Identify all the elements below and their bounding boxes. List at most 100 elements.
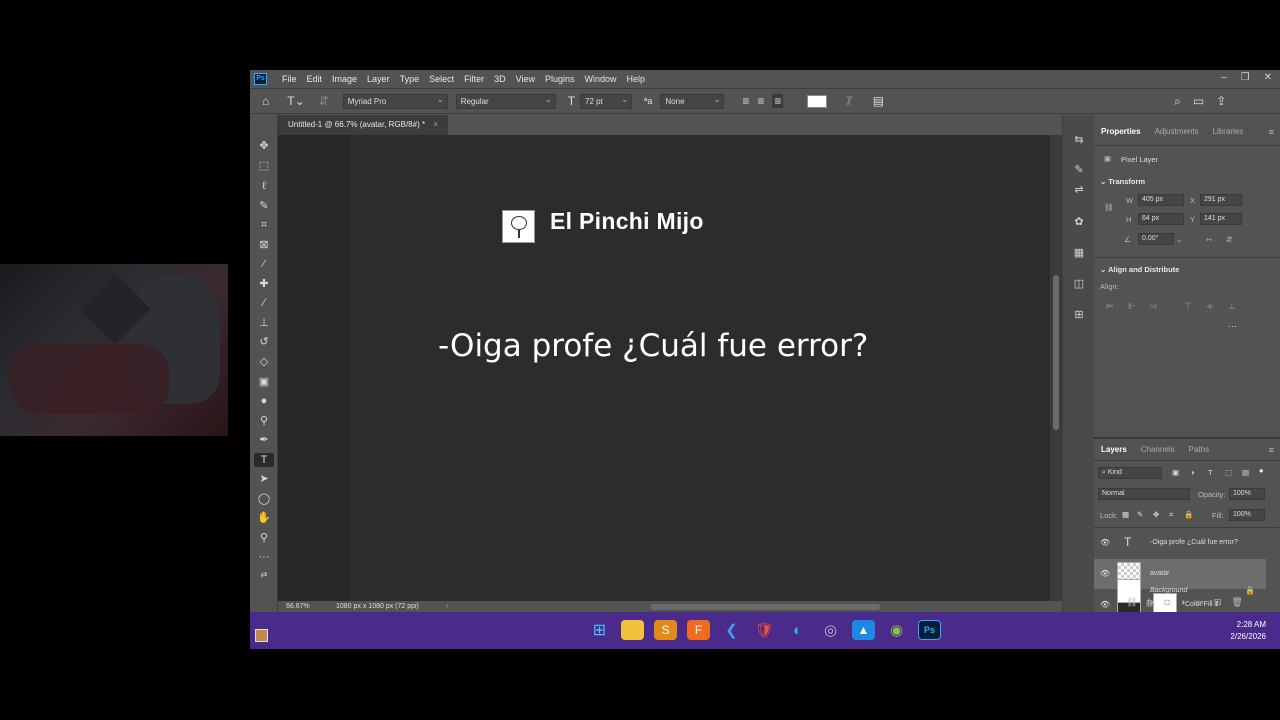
app-icon[interactable]: F <box>687 620 710 640</box>
new-adjustment-icon[interactable]: ◑ <box>1180 597 1185 608</box>
hand-tool-icon[interactable]: ✋ <box>257 511 271 525</box>
layer-row-text[interactable]: 👁 T -Oiga profe ¿Cuál fue error? <box>1094 528 1266 558</box>
y-position-field[interactable]: 141 px <box>1200 213 1242 225</box>
angle-dropdown-icon[interactable]: ⌄ <box>1176 235 1182 244</box>
search-icon[interactable]: ⌕ <box>1174 94 1181 109</box>
menu-image[interactable]: Image <box>327 74 362 84</box>
menu-layer[interactable]: Layer <box>362 74 395 84</box>
share-icon[interactable]: ⇪ <box>1216 94 1226 108</box>
brush-settings-icon[interactable]: ✎ <box>1072 163 1086 177</box>
menu-file[interactable]: File <box>277 74 302 84</box>
tab-libraries[interactable]: Libraries <box>1206 123 1251 141</box>
align-left-icon[interactable]: ≡ <box>742 94 749 108</box>
windows-start-icon[interactable]: ⊞ <box>588 620 611 640</box>
font-size-select[interactable]: 72 pt <box>580 93 633 109</box>
close-icon[interactable]: ✕ <box>1264 72 1272 83</box>
document-tab[interactable]: Untitled-1 @ 66.7% (avatar, RGB/8#) * × <box>278 115 448 135</box>
text-color-swatch[interactable] <box>807 94 828 108</box>
menu-window[interactable]: Window <box>580 74 622 84</box>
photoshop-taskbar-icon[interactable]: Ps <box>918 620 941 640</box>
history-brush-tool-icon[interactable]: ↺ <box>257 335 271 349</box>
photos-icon[interactable]: ▲ <box>852 620 875 640</box>
type-tool-icon[interactable]: T <box>254 453 274 467</box>
foreground-color-swatch[interactable] <box>255 629 268 642</box>
filter-toggle-icon[interactable]: ● <box>1259 466 1264 475</box>
frame-tool-icon[interactable]: ⊠ <box>257 238 271 252</box>
opacity-field[interactable]: 100% <box>1229 488 1265 500</box>
menu-filter[interactable]: Filter <box>459 74 489 84</box>
lock-position-icon[interactable]: ✥ <box>1153 510 1159 519</box>
anti-alias-select[interactable]: None <box>660 93 725 109</box>
layer-style-icon[interactable]: fx <box>1147 597 1154 608</box>
tab-properties[interactable]: Properties <box>1094 123 1148 141</box>
system-clock[interactable]: 2:28 AM 2/26/2026 <box>1230 619 1266 643</box>
healing-brush-tool-icon[interactable]: ✚ <box>257 277 271 291</box>
properties-menu-icon[interactable]: ≡ <box>1269 127 1274 137</box>
filter-smart-object-icon[interactable]: ▤ <box>1242 468 1249 477</box>
type-tool-preset-icon[interactable]: T⌄ <box>287 94 304 108</box>
visibility-eye-icon[interactable]: 👁 <box>1100 538 1110 547</box>
align-center-icon[interactable]: ≡ <box>757 94 764 108</box>
align-right-edges-icon[interactable]: ⫤ <box>1150 301 1157 312</box>
x-position-field[interactable]: 291 px <box>1200 194 1242 206</box>
horizontal-scrollbar[interactable] <box>650 604 880 610</box>
character-panel-icon[interactable]: ▤ <box>873 94 884 108</box>
swatches-panel-icon[interactable]: ▦ <box>1072 246 1086 260</box>
flip-vertical-icon[interactable]: ⇵ <box>1226 235 1232 244</box>
align-horizontal-centers-icon[interactable]: ⊩ <box>1128 301 1136 312</box>
menu-plugins[interactable]: Plugins <box>540 74 580 84</box>
swap-colors-icon[interactable]: ⇄ <box>257 568 271 582</box>
chrome-icon[interactable]: ◉ <box>885 620 908 640</box>
blur-tool-icon[interactable]: ● <box>257 394 271 408</box>
layers-menu-icon[interactable]: ≡ <box>1269 445 1274 455</box>
tab-layers[interactable]: Layers <box>1094 441 1134 459</box>
lock-transparent-icon[interactable]: ▦ <box>1122 510 1129 519</box>
align-bottom-edges-icon[interactable]: ⊥ <box>1228 301 1236 312</box>
layer-filter-kind-select[interactable]: ⌕ Kind <box>1098 467 1162 479</box>
styles-panel-icon[interactable]: ✿ <box>1072 215 1086 229</box>
font-family-select[interactable]: Myriad Pro <box>342 93 448 109</box>
ellipse-tool-icon[interactable]: ◯ <box>257 492 271 506</box>
tab-adjustments[interactable]: Adjustments <box>1148 123 1206 141</box>
new-group-icon[interactable]: ▭ <box>1195 597 1204 608</box>
new-layer-icon[interactable]: ⊞ <box>1214 597 1222 608</box>
eraser-tool-icon[interactable]: ◇ <box>257 355 271 369</box>
minimize-icon[interactable]: – <box>1221 72 1227 83</box>
eyedropper-tool-icon[interactable]: ⁄ <box>257 257 271 271</box>
crop-tool-icon[interactable]: ⌗ <box>257 218 271 232</box>
delete-layer-icon[interactable]: 🗑 <box>1231 597 1242 608</box>
close-tab-icon[interactable]: × <box>433 120 438 129</box>
filter-pixel-icon[interactable]: ▣ <box>1172 468 1179 477</box>
align-top-edges-icon[interactable]: ⊤ <box>1184 301 1192 312</box>
canvas-area[interactable]: El Pinchi Mijo -Oiga profe ¿Cuál fue err… <box>278 135 1062 601</box>
filter-type-icon[interactable]: T <box>1208 468 1213 477</box>
transform-heading[interactable]: ⌄ Transform <box>1100 177 1145 186</box>
angle-field[interactable]: 0.00° <box>1138 233 1174 245</box>
dodge-tool-icon[interactable]: ⚲ <box>257 414 271 428</box>
edge-icon[interactable]: ◐ <box>786 620 809 640</box>
height-field[interactable]: 64 px <box>1138 213 1184 225</box>
lasso-tool-icon[interactable]: ℓ <box>257 179 271 193</box>
vertical-scrollbar[interactable] <box>1050 135 1062 601</box>
move-tool-icon[interactable]: ✥ <box>257 139 271 153</box>
table-panel-icon[interactable]: ⊞ <box>1072 308 1086 322</box>
align-distribute-heading[interactable]: ⌄ Align and Distribute <box>1100 265 1179 274</box>
path-selection-tool-icon[interactable]: ➤ <box>257 472 271 486</box>
lock-all-icon[interactable]: 🔒 <box>1184 510 1193 519</box>
zoom-tool-icon[interactable]: ⚲ <box>257 531 271 545</box>
add-mask-icon[interactable]: ◘ <box>1164 597 1169 608</box>
gradient-tool-icon[interactable]: ▣ <box>257 375 271 389</box>
workspace-icon[interactable]: ▭ <box>1193 94 1204 108</box>
menu-help[interactable]: Help <box>622 74 651 84</box>
orientation-toggle-icon[interactable]: ⇵ <box>319 94 329 108</box>
link-layers-icon[interactable]: ⛓ <box>1126 597 1137 608</box>
quick-selection-tool-icon[interactable]: ✎ <box>257 199 271 213</box>
paths-panel-icon[interactable]: ◫ <box>1072 277 1086 291</box>
more-align-options-icon[interactable]: ··· <box>1228 321 1237 331</box>
tab-channels[interactable]: Channels <box>1134 441 1182 459</box>
width-field[interactable]: 405 px <box>1138 194 1184 206</box>
restore-icon[interactable]: ❐ <box>1241 72 1250 83</box>
adjustment-panel-icon[interactable]: ⇌ <box>1072 183 1086 197</box>
lock-artboard-icon[interactable]: ⌗ <box>1169 510 1173 520</box>
file-explorer-icon[interactable] <box>621 620 644 640</box>
